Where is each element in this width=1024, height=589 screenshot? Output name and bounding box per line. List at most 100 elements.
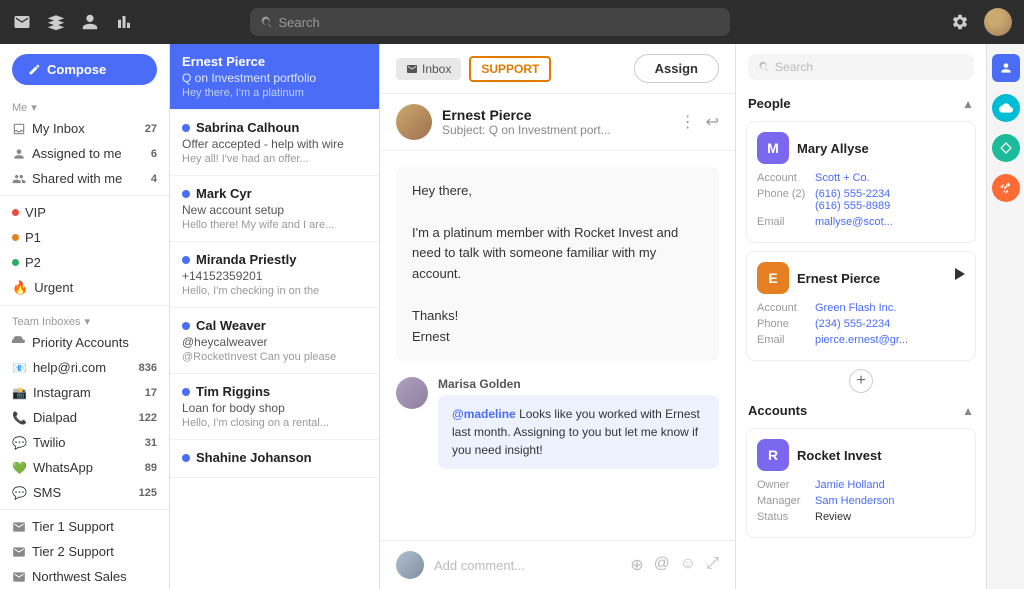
top-nav — [0, 0, 1024, 44]
unread-dot — [182, 322, 190, 330]
layers-icon[interactable] — [46, 12, 66, 32]
comment-bubble: @madeline Looks like you worked with Ern… — [438, 395, 719, 469]
rocket-manager-row: Manager Sam Henderson — [757, 495, 965, 507]
rocket-vert-icon[interactable] — [992, 174, 1020, 202]
shared-count: 4 — [151, 173, 157, 185]
barchart-icon[interactable] — [114, 12, 134, 32]
conversation-list-item[interactable]: Ernest Pierce Q on Investment portfolio … — [170, 44, 379, 110]
p2-label: P2 — [25, 255, 41, 270]
right-search-input[interactable] — [775, 60, 964, 74]
conversation-list-item[interactable]: Miranda Priestly +14152359201 Hello, I'm… — [170, 242, 379, 308]
avatar[interactable] — [984, 8, 1012, 36]
comment-input[interactable] — [434, 558, 620, 573]
mary-name: Mary Allyse — [797, 141, 869, 156]
mary-email[interactable]: mallyse@scot... — [815, 216, 893, 228]
right-search-bar[interactable] — [748, 54, 974, 80]
ernest-phone[interactable]: (234) 555-2234 — [815, 318, 890, 330]
mary-phones: (616) 555-2234 (616) 555-8989 — [815, 188, 890, 212]
rocket-status-row: Status Review — [757, 511, 965, 523]
global-search-input[interactable] — [278, 15, 720, 30]
mary-account[interactable]: Scott + Co. — [815, 172, 870, 184]
conversation-list-item[interactable]: Sabrina Calhoun Offer accepted - help wi… — [170, 110, 379, 176]
accounts-toggle[interactable]: ▲ — [962, 404, 974, 418]
accounts-section-header: Accounts ▲ — [736, 397, 986, 424]
inbox-count: 836 — [139, 362, 157, 374]
inbox-name: help@ri.com — [33, 360, 106, 375]
conversation-list-item[interactable]: Tim Riggins Loan for body shop Hello, I'… — [170, 374, 379, 440]
conv-preview: Hello, I'm closing on a rental... — [182, 417, 367, 429]
people-toggle[interactable]: ▲ — [962, 97, 974, 111]
compose-button[interactable]: Compose — [12, 54, 157, 85]
my-inbox-count: 27 — [145, 123, 157, 135]
person-icon[interactable] — [80, 12, 100, 32]
conv-name: Miranda Priestly — [182, 252, 367, 267]
sidebar-item-twilio[interactable]: 💬 Twilio 31 — [0, 430, 169, 455]
sidebar-item-helpricom[interactable]: 📧 help@ri.com 836 — [0, 355, 169, 380]
sidebar-item-tier2[interactable]: Tier 2 Support — [0, 539, 169, 564]
conversation-list-item[interactable]: Cal Weaver @heycalweaver @RocketInvest C… — [170, 308, 379, 374]
sidebar-item-my-inbox[interactable]: My Inbox 27 — [0, 116, 169, 141]
rocket-status: Review — [815, 511, 851, 523]
sidebar-item-priority-accounts[interactable]: Priority Accounts — [0, 330, 169, 355]
comment-input-area: ⊕ @ ☺ ⤢ — [380, 540, 735, 589]
ernest-phone-row: Phone (234) 555-2234 — [757, 318, 965, 330]
inbox-icon: 💚 — [12, 461, 27, 475]
conv-preview: @RocketInvest Can you please — [182, 351, 367, 363]
ernest-account[interactable]: Green Flash Inc. — [815, 302, 896, 314]
sidebar-item-shared[interactable]: Shared with me 4 — [0, 166, 169, 191]
support-tag[interactable]: SUPPORT — [469, 56, 551, 82]
sidebar-item-tier1[interactable]: Tier 1 Support — [0, 514, 169, 539]
ernest-email[interactable]: pierce.ernest@gr... — [815, 334, 908, 346]
messages-body: Hey there, I'm a platinum member with Ro… — [380, 151, 735, 540]
mary-avatar: M — [757, 132, 789, 164]
contacts-vert-icon[interactable] — [992, 54, 1020, 82]
sidebar-item-p1[interactable]: P1 — [0, 225, 169, 250]
unread-dot — [182, 256, 190, 264]
sidebar-item-northwest[interactable]: Northwest Sales — [0, 564, 169, 589]
sidebar-item-whatsapp[interactable]: 💚 WhatsApp 89 — [0, 455, 169, 480]
inbox-icon: 💬 — [12, 486, 27, 500]
conv-preview: Hey there, I'm a platinum — [182, 87, 367, 99]
diamond-vert-icon[interactable] — [992, 134, 1020, 162]
p1-label: P1 — [25, 230, 41, 245]
sidebar-item-dialpad[interactable]: 📞 Dialpad 122 — [0, 405, 169, 430]
conversation-list-item[interactable]: Shahine Johanson — [170, 440, 379, 478]
rocket-owner[interactable]: Jamie Holland — [815, 479, 885, 491]
conversation-list-item[interactable]: Mark Cyr New account setup Hello there! … — [170, 176, 379, 242]
expand-icon[interactable]: ⤢ — [706, 555, 719, 575]
urgent-flame-icon: 🔥 — [12, 280, 28, 296]
inbox-count: 122 — [139, 412, 157, 424]
sidebar-item-assigned[interactable]: Assigned to me 6 — [0, 141, 169, 166]
mary-phone1[interactable]: (616) 555-2234 — [815, 188, 890, 200]
more-options-icon[interactable]: ⋮ — [680, 112, 696, 132]
vip-label: VIP — [25, 205, 46, 220]
inbox-tag[interactable]: Inbox — [396, 58, 461, 80]
at-icon[interactable]: @ — [654, 555, 670, 575]
inbox-tag-label: Inbox — [422, 62, 451, 76]
sidebar-item-p2[interactable]: P2 — [0, 250, 169, 275]
conv-name: Mark Cyr — [182, 186, 367, 201]
message-header: Inbox SUPPORT Assign — [380, 44, 735, 94]
people-section-header: People ▲ — [736, 90, 986, 117]
rocket-name: Rocket Invest — [797, 448, 882, 463]
comment-item: Marisa Golden @madeline Looks like you w… — [396, 377, 719, 469]
add-comment-icon[interactable]: ⊕ — [630, 555, 643, 575]
conv-subject: @heycalweaver — [182, 335, 367, 349]
sidebar-item-urgent[interactable]: 🔥 Urgent — [0, 275, 169, 301]
sidebar-item-vip[interactable]: VIP — [0, 200, 169, 225]
reply-icon[interactable]: ↩ — [706, 112, 719, 132]
cloud-vert-icon[interactable] — [992, 94, 1020, 122]
settings-icon[interactable] — [950, 12, 970, 32]
team-inboxes-label: Team Inboxes ▾ — [0, 309, 169, 330]
inbox-list: 📧 help@ri.com 836📸 Instagram 17📞 Dialpad… — [0, 355, 169, 505]
mary-account-row: Account Scott + Co. — [757, 172, 965, 184]
sidebar-item-sms[interactable]: 💬 SMS 125 — [0, 480, 169, 505]
add-contact-button[interactable]: + — [849, 369, 873, 393]
mail-icon[interactable] — [12, 12, 32, 32]
mary-phone2[interactable]: (616) 555-8989 — [815, 200, 890, 212]
rocket-manager[interactable]: Sam Henderson — [815, 495, 895, 507]
assign-button[interactable]: Assign — [634, 54, 719, 83]
sidebar-item-instagram[interactable]: 📸 Instagram 17 — [0, 380, 169, 405]
emoji-icon[interactable]: ☺ — [680, 555, 696, 575]
global-search-bar[interactable] — [250, 8, 730, 36]
